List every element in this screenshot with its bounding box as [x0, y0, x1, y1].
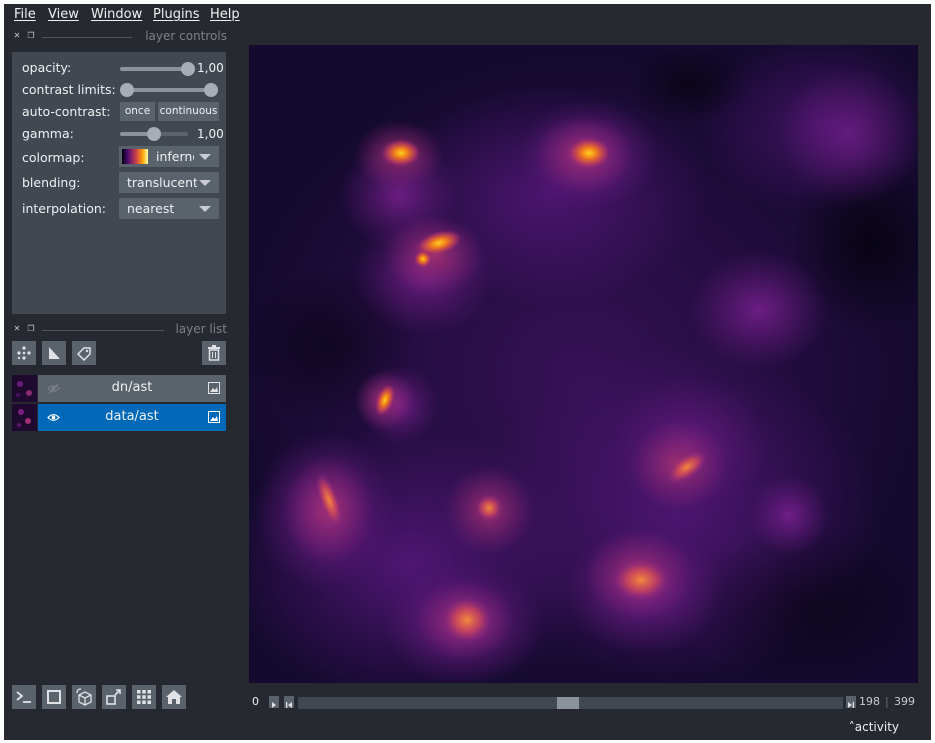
total-frames: 399 [894, 695, 915, 708]
header-divider [42, 37, 132, 38]
contrast-low-handle[interactable] [120, 83, 134, 97]
play-button[interactable] [269, 696, 279, 708]
opacity-label: opacity: [22, 60, 72, 75]
image-canvas[interactable] [249, 45, 918, 683]
grid-view-button[interactable] [132, 685, 156, 709]
dims-slider-handle[interactable] [557, 697, 580, 709]
menu-file[interactable]: File [14, 7, 36, 22]
home-icon [166, 690, 182, 704]
roll-dims-icon [76, 688, 92, 706]
colormap-swatch [122, 149, 148, 164]
shapes-icon [49, 347, 60, 359]
auto-contrast-label: auto-contrast: [22, 104, 111, 119]
layer-list-header: ✕ ❐ layer list [12, 322, 227, 338]
console-icon [16, 691, 31, 703]
dims-slider-track[interactable] [298, 697, 843, 709]
chevron-down-icon [199, 206, 211, 212]
layer-item-body[interactable]: data/ast [38, 404, 226, 431]
close-dock-icon[interactable]: ✕ [12, 31, 22, 41]
close-dock-icon[interactable]: ✕ [12, 324, 22, 334]
menu-bar: File View Window Plugins Help [4, 4, 931, 26]
home-button[interactable] [162, 685, 186, 709]
auto-contrast-continuous-button[interactable]: continuous [158, 102, 219, 121]
menu-view[interactable]: View [48, 7, 79, 22]
opacity-slider[interactable] [120, 62, 195, 76]
dims-slider-bar: 0 198 | 399 [249, 694, 918, 710]
contrast-high-handle[interactable] [204, 83, 218, 97]
colormap-value: inferno [156, 149, 194, 164]
chevron-down-icon [199, 154, 211, 160]
opacity-slider-handle[interactable] [181, 62, 195, 76]
new-shapes-layer-button[interactable] [42, 341, 66, 365]
interpolation-value: nearest [127, 201, 175, 216]
step-back-button[interactable] [284, 696, 294, 708]
ndisplay-button[interactable] [42, 685, 66, 709]
napari-window: File View Window Plugins Help ✕ ❐ layer … [4, 4, 931, 740]
menu-plugins[interactable]: Plugins [153, 7, 200, 22]
current-frame[interactable]: 198 [859, 695, 880, 708]
opacity-value: 1,00 [197, 61, 224, 75]
contrast-limits-range [127, 88, 211, 92]
menu-help[interactable]: Help [210, 7, 240, 22]
layer-name: data/ast [105, 409, 159, 424]
new-points-layer-button[interactable] [12, 341, 36, 365]
menu-window[interactable]: Window [91, 7, 142, 22]
layer-thumbnail [12, 404, 37, 431]
contrast-limits-slider[interactable] [120, 83, 218, 97]
layer-thumbnail [12, 375, 37, 402]
transpose-button[interactable] [102, 685, 126, 709]
layer-row-selected[interactable]: data/ast [12, 404, 226, 431]
layer-controls-panel: opacity: 1,00 contrast limits: auto-cont… [12, 52, 226, 314]
layer-item-body[interactable]: dn/ast [38, 375, 226, 402]
delete-icon [208, 345, 220, 361]
float-dock-icon[interactable]: ❐ [26, 31, 36, 41]
layer-name: dn/ast [111, 380, 153, 395]
image-layer-icon [208, 382, 220, 394]
layer-controls-header: ✕ ❐ layer controls [12, 29, 227, 45]
gamma-label: gamma: [22, 126, 74, 141]
step-forward-icon [848, 702, 854, 708]
roll-dims-button[interactable] [72, 685, 96, 709]
opacity-slider-fill [120, 67, 188, 71]
points-icon [17, 346, 31, 360]
header-divider [42, 330, 164, 331]
image-layer-icon [208, 411, 220, 423]
gamma-slider[interactable] [120, 127, 188, 141]
blending-label: blending: [22, 175, 81, 190]
labels-icon [76, 347, 91, 361]
contrast-limits-label: contrast limits: [22, 82, 116, 97]
layer-row[interactable]: dn/ast [12, 375, 226, 402]
transpose-icon [106, 689, 121, 705]
colormap-select[interactable]: inferno [119, 146, 219, 167]
blending-select[interactable]: translucent [119, 172, 219, 193]
interpolation-select[interactable]: nearest [119, 198, 219, 219]
ndisplay-icon [47, 690, 61, 704]
step-forward-button[interactable] [846, 696, 856, 708]
blending-value: translucent [127, 175, 197, 190]
frame-separator: | [885, 695, 889, 708]
axis-label[interactable]: 0 [252, 695, 259, 708]
delete-layer-button[interactable] [202, 341, 226, 365]
gamma-value: 1,00 [197, 127, 224, 141]
colormap-label: colormap: [22, 150, 85, 165]
float-dock-icon[interactable]: ❐ [26, 324, 36, 334]
layer-list-title: layer list [175, 322, 227, 336]
step-back-icon [286, 702, 292, 708]
new-labels-layer-button[interactable] [72, 341, 96, 365]
chevron-down-icon [199, 180, 211, 186]
play-icon [272, 702, 276, 708]
interpolation-label: interpolation: [22, 201, 106, 216]
layer-controls-title: layer controls [145, 29, 227, 43]
console-button[interactable] [12, 685, 36, 709]
grid-icon [137, 690, 151, 704]
inferno-image [249, 45, 918, 683]
thumbnail-image [17, 409, 31, 427]
activity-button[interactable]: ˄activity [849, 720, 899, 734]
auto-contrast-once-button[interactable]: once [120, 102, 155, 121]
gamma-slider-handle[interactable] [147, 127, 161, 141]
activity-label: activity [854, 720, 899, 734]
thumbnail-image [16, 381, 32, 397]
